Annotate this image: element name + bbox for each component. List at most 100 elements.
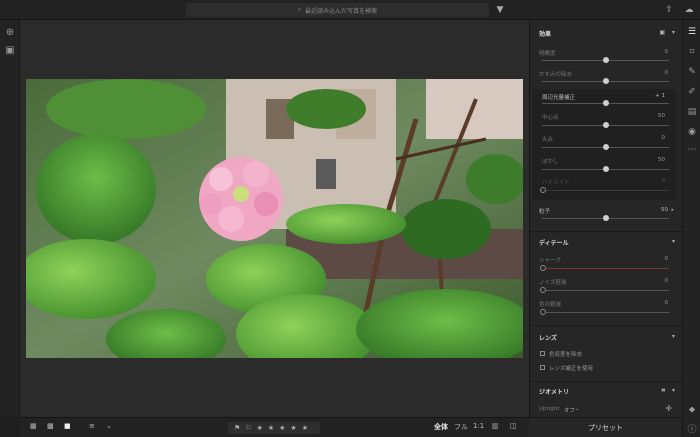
feather-slider[interactable] [542,166,669,172]
grid-view-icon[interactable]: ▦ [30,422,37,430]
sharpen-value[interactable]: 0 [665,256,669,262]
remove-chromatic-aberration-label: 色収差を除去 [549,352,583,358]
filter-icon[interactable]: ▼ [493,3,507,17]
slider-knob[interactable] [603,122,609,128]
highlights-value[interactable]: 0 [662,178,666,184]
crop-icon[interactable]: ⌗ [686,46,698,58]
healing-brush-icon[interactable]: ✎ [686,66,698,78]
section-effects[interactable]: 効果 ▣ ▾ [530,26,682,40]
chevron-down-icon[interactable]: ▾ [672,238,675,245]
chevron-down-icon[interactable]: ▾ [672,387,675,394]
chevron-down-icon[interactable]: ⌄ [575,406,579,412]
section-title: 効果 [539,30,552,38]
star-icon[interactable]: ★ [279,424,285,432]
preset-button[interactable]: プリセット [529,417,682,437]
rating-bar: ⚑ ⚐ ★ ★ ★ ★ ★ [228,422,320,434]
slider-knob[interactable] [603,166,609,172]
dehaze-value[interactable]: 0 [665,70,669,76]
slider-knob[interactable] [540,287,546,293]
brush-icon[interactable]: ✐ [686,86,698,98]
section-title: ディテール [539,239,569,247]
chevron-down-icon[interactable]: ⌄ [106,422,112,430]
vignette-group: 周辺光量補正 + 1 中心点 50 丸み 0 ぼかし 50 ハイライト 0 [533,89,676,200]
fit-button[interactable]: 全体 [434,422,448,432]
sharpen-slider[interactable] [540,265,669,271]
feather-label: ぼかし [542,159,559,165]
noise-reduction-label: ノイズ軽減 [539,280,567,286]
detail-view-icon[interactable]: ■ [64,422,71,430]
library-icon[interactable]: ▣ [3,43,17,57]
clarity-value[interactable]: 0 [665,49,669,55]
grain-value[interactable]: 50 [661,207,668,213]
flag-reject-icon[interactable]: ⚐ [245,424,251,432]
remove-chromatic-aberration-checkbox[interactable] [540,351,545,356]
enable-lens-correction-checkbox[interactable] [540,365,545,370]
square-grid-icon[interactable]: ▩ [47,422,54,430]
slider-knob[interactable] [540,309,546,315]
search-input[interactable]: 最近読み込んだ写真を検索 [305,6,377,15]
linear-gradient-icon[interactable]: ▤ [686,106,698,118]
fill-button[interactable]: フル [454,422,468,432]
grain-slider[interactable] [542,215,669,221]
slider-knob[interactable] [603,144,609,150]
star-icon[interactable]: ★ [257,424,263,432]
color-noise-slider[interactable] [540,309,669,315]
roundness-label: 丸み [542,137,554,143]
more-icon[interactable]: ⋯ [686,144,698,156]
flag-pick-icon[interactable]: ⚑ [234,424,240,432]
slider-knob[interactable] [603,57,609,63]
star-icon[interactable]: ★ [302,424,308,432]
star-icon[interactable]: ★ [268,424,274,432]
section-lens[interactable]: レンズ ▾ [530,330,682,344]
noise-reduction-value[interactable]: 0 [665,278,669,284]
upright-label: Upright [539,406,560,412]
chevron-right-icon[interactable]: ▸ [671,207,674,213]
edit-sliders-icon[interactable]: ☰ [686,26,698,38]
preset-mask-icon[interactable]: ▣ [659,29,665,36]
chevron-down-icon[interactable]: ▾ [672,29,675,36]
search-icon: ⌕ [297,6,302,13]
dehaze-slider[interactable] [542,78,669,84]
midpoint-slider[interactable] [542,122,669,128]
section-geometry[interactable]: ジオメトリ ⌗ ▾ [530,384,682,398]
enable-lens-correction-label: レンズ補正を使用 [549,366,593,372]
vignette-value[interactable]: + 1 [655,93,665,99]
compare-icon[interactable]: ▥ [492,422,499,430]
share-icon[interactable]: ⇧ [662,3,676,17]
right-toolstrip: ☰ ⌗ ✎ ✐ ▤ ◉ ⋯ ⬥ ⓘ [682,20,700,437]
roundness-slider[interactable] [542,144,669,150]
midpoint-value[interactable]: 50 [658,113,665,119]
cloud-icon[interactable]: ☁ [682,3,696,17]
highlights-label: ハイライト [542,180,570,186]
slider-knob[interactable] [603,100,609,106]
upright-select[interactable]: オフ [564,406,575,414]
noise-reduction-slider[interactable] [540,287,669,293]
roundness-value[interactable]: 0 [662,135,666,141]
feather-value[interactable]: 50 [658,157,665,163]
chevron-down-icon[interactable]: ▾ [672,333,675,340]
bottom-bar: ▦ ▩ ■ ≡ ⌄ ⚑ ⚐ ★ ★ ★ ★ ★ 全体 フル 1:1 ▥ ◫ [20,417,529,437]
crosshair-icon[interactable]: ✛ [665,404,672,413]
tag-icon[interactable]: ⬥ [686,404,698,416]
search-box[interactable]: ⌕ 最近読み込んだ写真を検索 [186,3,489,17]
clarity-slider[interactable] [542,57,669,63]
left-toolbar: ⊕ ▣ [0,20,20,417]
section-detail[interactable]: ディテール ▾ [530,235,682,249]
guided-upright-icon[interactable]: ⌗ [662,387,665,395]
slider-knob[interactable] [603,78,609,84]
slider-knob[interactable] [603,215,609,221]
slider-knob[interactable] [540,187,546,193]
highlights-slider[interactable] [540,187,669,193]
color-noise-value[interactable]: 0 [665,300,669,306]
star-icon[interactable]: ★ [290,424,296,432]
divider [530,325,682,326]
vignette-slider[interactable] [542,100,669,106]
radial-gradient-icon[interactable]: ◉ [686,126,698,138]
ratio-button[interactable]: 1:1 [473,422,484,430]
info-icon[interactable]: ⓘ [686,422,698,435]
add-icon[interactable]: ⊕ [3,25,17,39]
sort-icon[interactable]: ≡ [89,422,95,430]
split-view-icon[interactable]: ◫ [510,422,517,430]
photo-image[interactable] [26,79,523,358]
slider-knob[interactable] [540,265,546,271]
